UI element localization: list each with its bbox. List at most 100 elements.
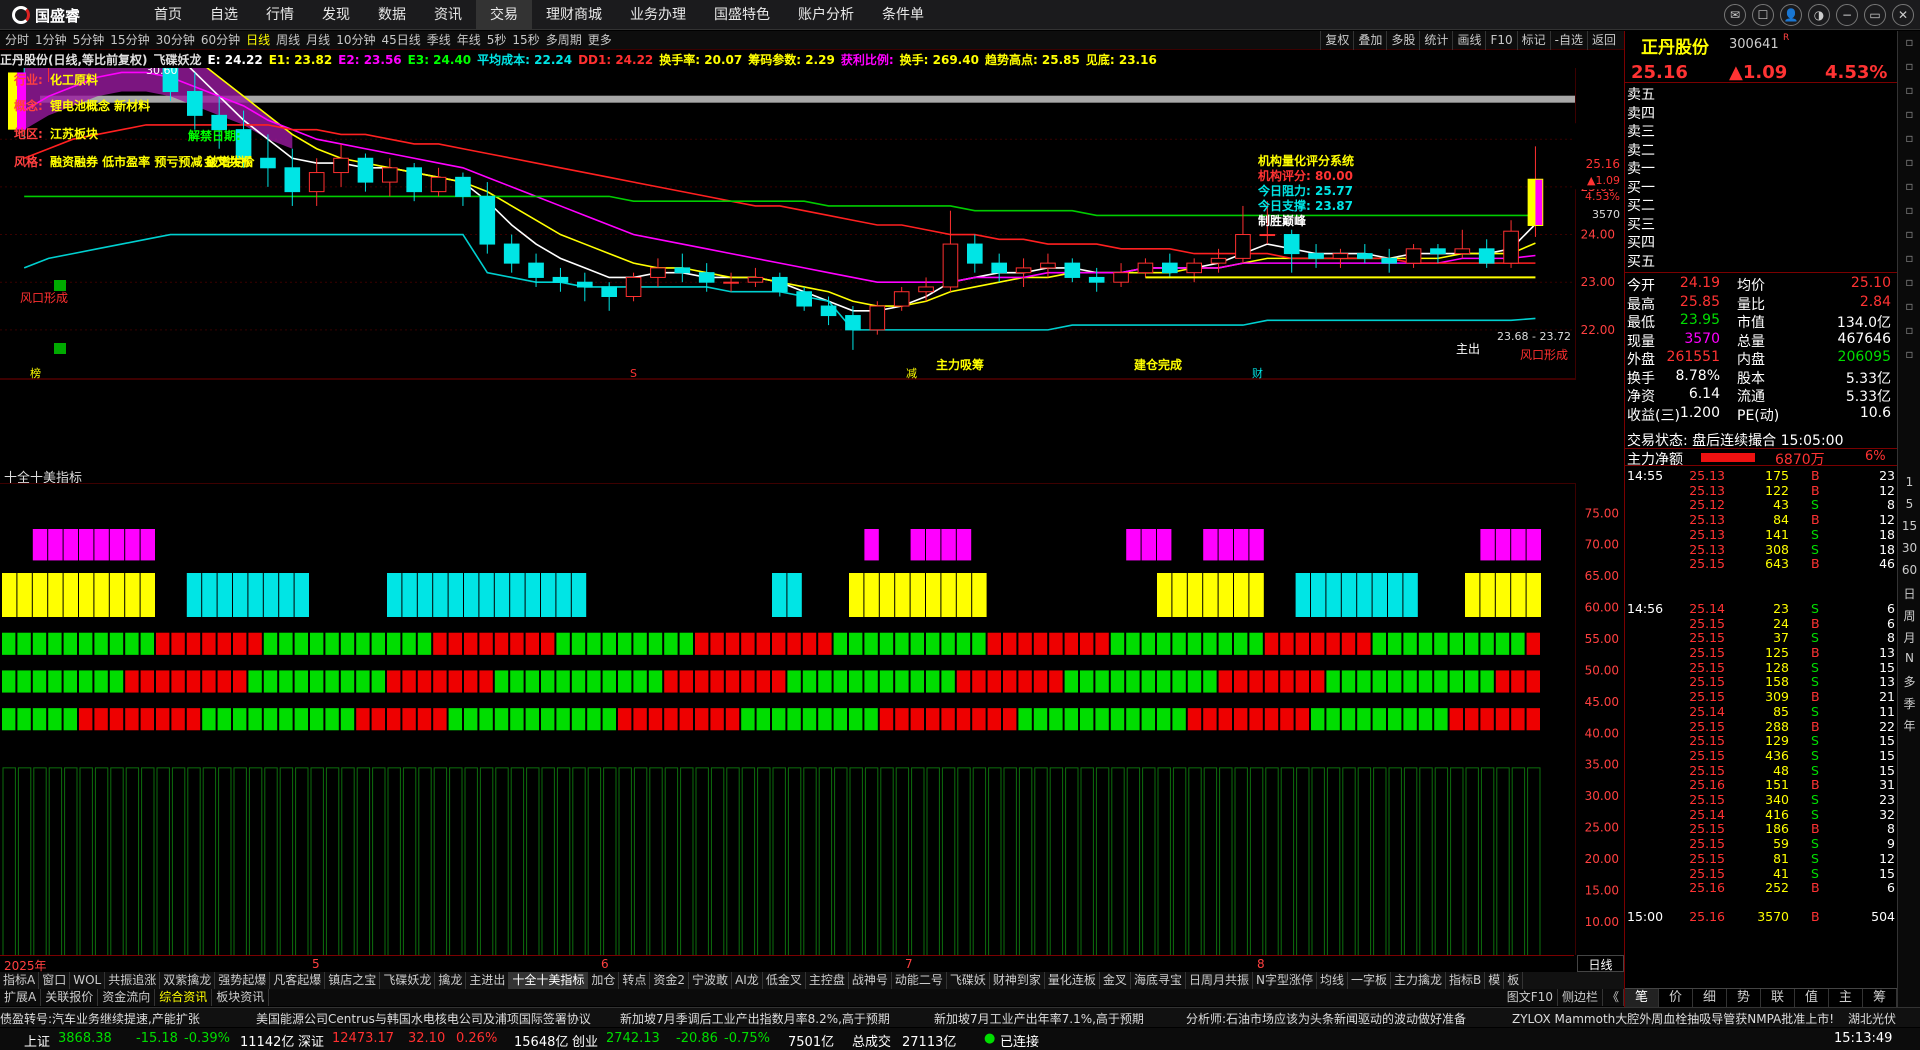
side-tool-icon[interactable]: ▫ <box>1898 275 1920 289</box>
indicator-tab[interactable]: AI龙 <box>732 972 763 989</box>
indicator-tab[interactable]: 财神到家 <box>990 972 1045 989</box>
chat-icon[interactable]: ✉ <box>1724 4 1746 26</box>
indicator-tab[interactable]: WOL <box>70 972 106 989</box>
menu-item[interactable]: 资讯 <box>420 0 476 30</box>
side-tab[interactable]: 图文F10 <box>1503 989 1558 1006</box>
side-tool-icon[interactable]: ▫ <box>1898 227 1920 241</box>
indicator-tab[interactable]: 强势起爆 <box>215 972 271 989</box>
menu-item[interactable]: 业务办理 <box>616 0 700 30</box>
side-period-label[interactable]: 1 <box>1898 475 1920 489</box>
side-tool-icon[interactable]: ▫ <box>1898 83 1920 97</box>
close-icon[interactable]: ✕ <box>1892 4 1914 26</box>
indicator-tab[interactable]: 飞碟妖 <box>947 972 990 989</box>
side-period-label[interactable]: 周 <box>1898 607 1920 624</box>
orderbook-level[interactable]: 买四 <box>1627 235 1655 252</box>
tool-button[interactable]: 多股 <box>1386 31 1419 50</box>
quote-tab[interactable]: 笔 <box>1625 989 1659 1007</box>
bottom-tab[interactable]: 关联报价 <box>41 989 99 1006</box>
quote-tab[interactable]: 联 <box>1761 989 1795 1007</box>
kline-chart[interactable]: 行业: 化工原料概念: 锂电池概念 新材料地区: 江苏板块风格: 融资融券 低市盈率 预… <box>0 68 1575 380</box>
period-tab[interactable]: 45日线 <box>378 31 423 50</box>
indicator-tab[interactable]: 动能二号 <box>892 972 947 989</box>
menu-item[interactable]: 账户分析 <box>784 0 868 30</box>
side-tool-icon[interactable]: ▫ <box>1898 59 1920 73</box>
indicator-tab[interactable]: 一字板 <box>1348 972 1391 989</box>
orderbook-level[interactable]: 买五 <box>1627 254 1655 271</box>
indicator-tab[interactable]: 共振追涨 <box>105 972 161 989</box>
indicator-tab[interactable]: 战神号 <box>849 972 892 989</box>
bottom-tab[interactable]: 综合资讯 <box>155 989 213 1006</box>
period-tab[interactable]: 季线 <box>424 31 454 50</box>
indicator-tab[interactable]: 宁波敢 <box>689 972 733 989</box>
side-tool-icon[interactable]: ▫ <box>1898 179 1920 193</box>
side-period-label[interactable]: 15 <box>1898 519 1920 533</box>
menu-item[interactable]: 国盛特色 <box>700 0 784 30</box>
indicator-tab[interactable]: 凡客起爆 <box>270 972 326 989</box>
period-tab[interactable]: 15秒 <box>509 31 542 50</box>
side-tab[interactable]: 《 <box>1603 989 1624 1006</box>
side-tool-icon[interactable]: ▫ <box>1898 323 1920 337</box>
quote-tab[interactable]: 细 <box>1693 989 1727 1007</box>
side-period-label[interactable]: 日 <box>1898 585 1920 602</box>
side-period-label[interactable]: 多 <box>1898 673 1920 690</box>
menu-item[interactable]: 发现 <box>308 0 364 30</box>
indicator-tab[interactable]: 主控盘 <box>806 972 849 989</box>
bottom-tab[interactable]: 资金流向 <box>98 989 156 1006</box>
indicator-tab[interactable]: 加仓 <box>588 972 620 989</box>
indicator-tab[interactable]: 海底寻宝 <box>1131 972 1186 989</box>
side-tool-icon[interactable]: ▫ <box>1898 251 1920 265</box>
tool-button[interactable]: F10 <box>1485 31 1516 50</box>
orderbook-level[interactable]: 卖二 <box>1627 143 1655 160</box>
side-tool-icon[interactable]: ▫ <box>1898 155 1920 169</box>
indicator-tab[interactable]: N字型涨停 <box>1253 972 1317 989</box>
bottom-tab[interactable]: 板块资讯 <box>212 989 270 1006</box>
indicator-tab[interactable]: 双紫擒龙 <box>160 972 216 989</box>
orderbook-level[interactable]: 卖五 <box>1627 87 1655 104</box>
indicator-tab[interactable]: 擒龙 <box>435 972 467 989</box>
indicator-tab[interactable]: 飞碟妖龙 <box>380 972 436 989</box>
news-item[interactable]: ZYLOX Mammoth大腔外周血栓抽吸导管获NMPA批准上市! <box>1512 1010 1834 1027</box>
side-tool-icon[interactable]: ▫ <box>1898 299 1920 313</box>
period-tab[interactable]: 10分钟 <box>333 31 378 50</box>
tool-button[interactable]: 画线 <box>1452 31 1485 50</box>
indicator-tab[interactable]: 量化连板 <box>1045 972 1100 989</box>
side-tab[interactable]: 侧边栏 <box>1558 989 1603 1006</box>
period-tab[interactable]: 年线 <box>454 31 484 50</box>
tool-button[interactable]: 统计 <box>1419 31 1452 50</box>
orderbook-level[interactable]: 卖四 <box>1627 106 1655 123</box>
indicator-tab[interactable]: 板 <box>1504 972 1524 989</box>
indicator-tab[interactable]: 转点 <box>619 972 651 989</box>
news-item[interactable]: 新加坡7月季调后工业产出指数月率8.2%,高于预期 <box>620 1010 890 1027</box>
indicator-tab[interactable]: 金叉 <box>1100 972 1131 989</box>
indicator-tab[interactable]: 镇店之宝 <box>325 972 381 989</box>
skin-icon[interactable]: ◑ <box>1808 4 1830 26</box>
menu-item[interactable]: 行情 <box>252 0 308 30</box>
orderbook-level[interactable]: 买二 <box>1627 198 1655 215</box>
period-tab[interactable]: 更多 <box>585 31 615 50</box>
menu-item[interactable]: 条件单 <box>868 0 938 30</box>
indicator-tab[interactable]: 日周月共振 <box>1186 972 1253 989</box>
period-tab[interactable]: 日线 <box>243 31 273 50</box>
indicator-tab[interactable]: 资金2 <box>650 972 690 989</box>
side-tool-icon[interactable]: ▫ <box>1898 131 1920 145</box>
tool-button[interactable]: 叠加 <box>1353 31 1386 50</box>
user-icon[interactable]: 👤 <box>1780 4 1802 26</box>
sub-indicator-chart[interactable] <box>0 483 1575 955</box>
side-period-label[interactable]: 年 <box>1898 717 1920 734</box>
side-tool-icon[interactable]: ▫ <box>1898 107 1920 121</box>
news-item[interactable]: 新加坡7月工业产出年率7.1%,高于预期 <box>934 1010 1144 1027</box>
tool-button[interactable]: 复权 <box>1320 31 1353 50</box>
period-tab[interactable]: 分时 <box>2 31 32 50</box>
side-period-label[interactable]: 季 <box>1898 695 1920 712</box>
side-period-label[interactable]: 5 <box>1898 497 1920 511</box>
period-tab[interactable]: 5分钟 <box>70 31 108 50</box>
tool-button[interactable]: 返回 <box>1586 31 1620 50</box>
menu-item[interactable]: 自选 <box>196 0 252 30</box>
orderbook-level[interactable]: 买三 <box>1627 217 1655 234</box>
indicator-tab[interactable]: 模 <box>1485 972 1505 989</box>
period-tab[interactable]: 周线 <box>273 31 303 50</box>
side-period-label[interactable]: 60 <box>1898 563 1920 577</box>
tool-button[interactable]: 标记 <box>1516 31 1550 50</box>
side-period-label[interactable]: N <box>1898 651 1920 665</box>
menu-item[interactable]: 首页 <box>140 0 196 30</box>
